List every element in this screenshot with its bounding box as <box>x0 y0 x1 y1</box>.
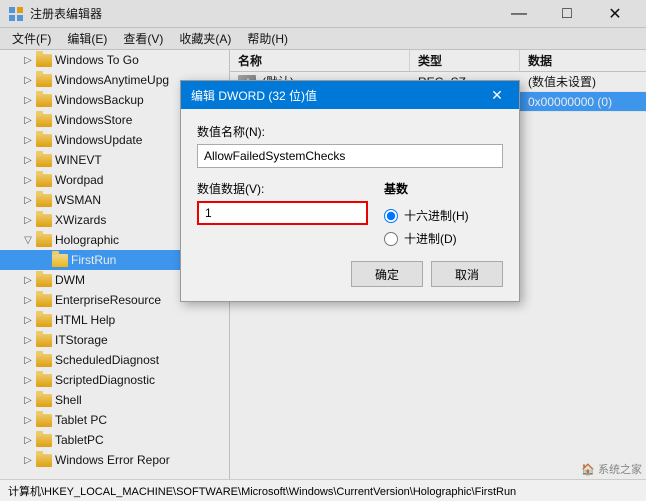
confirm-button[interactable]: 确定 <box>351 261 423 287</box>
name-input[interactable] <box>197 144 503 168</box>
status-bar: 计算机\HKEY_LOCAL_MACHINE\SOFTWARE\Microsof… <box>0 479 646 501</box>
base-label: 基数 <box>384 180 504 197</box>
dialog-close-button[interactable]: ✕ <box>485 85 509 105</box>
dialog-title-bar: 编辑 DWORD (32 位)值 ✕ <box>181 81 519 109</box>
radio-dec-label: 十进制(D) <box>404 230 457 247</box>
radio-dec-row: 十进制(D) <box>384 230 504 247</box>
status-text: 计算机\HKEY_LOCAL_MACHINE\SOFTWARE\Microsof… <box>8 483 516 499</box>
dialog-overlay: 编辑 DWORD (32 位)值 ✕ 数值名称(N): 数值数据(V): 基数 … <box>0 0 646 479</box>
dialog-title: 编辑 DWORD (32 位)值 <box>191 87 485 104</box>
dialog-body: 数值名称(N): 数值数据(V): 基数 十六进制(H) 十进制(D) <box>181 109 519 301</box>
data-label: 数值数据(V): <box>197 180 368 197</box>
base-group: 基数 十六进制(H) 十进制(D) <box>384 180 504 247</box>
radio-hex[interactable] <box>384 209 398 223</box>
data-input[interactable] <box>197 201 368 225</box>
cancel-button[interactable]: 取消 <box>431 261 503 287</box>
edit-dword-dialog: 编辑 DWORD (32 位)值 ✕ 数值名称(N): 数值数据(V): 基数 … <box>180 80 520 302</box>
dialog-buttons: 确定 取消 <box>197 261 503 287</box>
radio-hex-row: 十六进制(H) <box>384 207 504 224</box>
radio-dec[interactable] <box>384 232 398 246</box>
name-label: 数值名称(N): <box>197 123 503 140</box>
radio-hex-label: 十六进制(H) <box>404 207 469 224</box>
